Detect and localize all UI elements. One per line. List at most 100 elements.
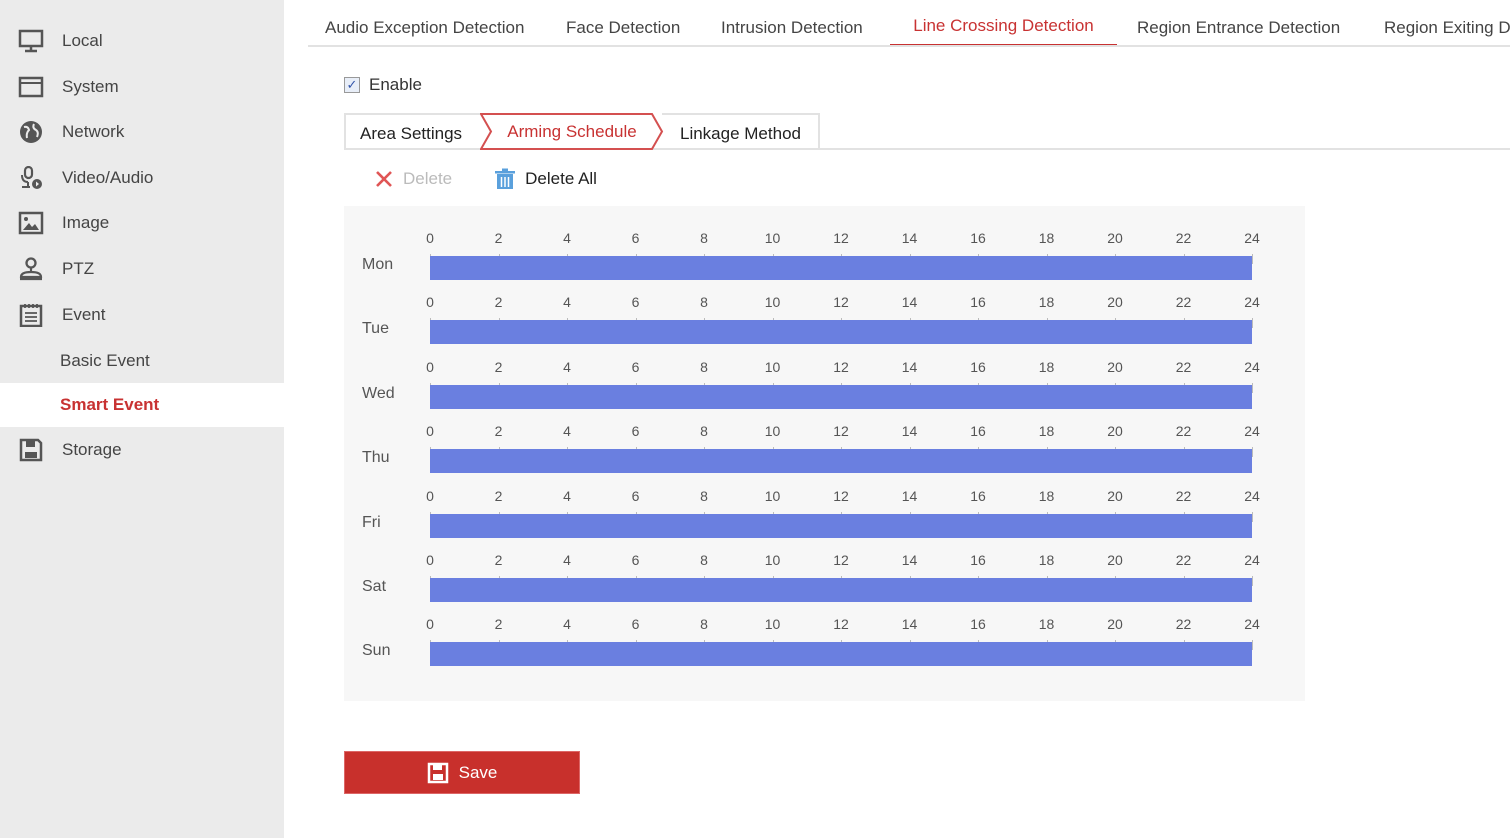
image-icon bbox=[18, 211, 44, 235]
hour-label: 4 bbox=[563, 487, 571, 504]
hour-label: 10 bbox=[764, 294, 781, 311]
hour-label: 18 bbox=[1038, 230, 1055, 246]
day-label: Thu bbox=[362, 449, 390, 467]
day-label: Sun bbox=[362, 642, 391, 660]
schedule-segment[interactable] bbox=[430, 449, 1252, 474]
hour-label: 6 bbox=[631, 230, 640, 246]
schedule-segment[interactable] bbox=[430, 384, 1252, 409]
day-label: Tue bbox=[362, 320, 389, 338]
hour-label: 18 bbox=[1038, 552, 1055, 568]
hour-label: 8 bbox=[700, 487, 708, 504]
hour-label: 6 bbox=[631, 616, 640, 633]
schedule-segment[interactable] bbox=[430, 320, 1252, 345]
sidebar-item-basic-event[interactable]: Basic Event bbox=[0, 339, 284, 383]
schedule-segment[interactable] bbox=[430, 256, 1252, 280]
hour-label: 24 bbox=[1244, 230, 1260, 246]
delete-all-button[interactable]: Delete All bbox=[494, 168, 597, 190]
sidebar-item-image[interactable]: Image bbox=[0, 201, 284, 245]
hour-label: 18 bbox=[1038, 616, 1055, 633]
window-icon bbox=[18, 76, 44, 98]
hour-label: 18 bbox=[1038, 423, 1055, 440]
save-label: Save bbox=[458, 762, 498, 782]
hour-label: 6 bbox=[631, 423, 640, 440]
sidebar-item-smart-event[interactable]: Smart Event bbox=[0, 383, 284, 427]
hour-label: 2 bbox=[494, 423, 503, 440]
hour-label: 22 bbox=[1175, 358, 1192, 375]
sidebar-item-ptz[interactable]: PTZ bbox=[0, 247, 284, 291]
hour-label: 12 bbox=[833, 423, 849, 440]
hour-label: 20 bbox=[1107, 616, 1123, 633]
hour-label: 22 bbox=[1175, 230, 1192, 246]
tab-audio-exception-detection[interactable]: Audio Exception Detection bbox=[325, 0, 524, 45]
save-button[interactable]: Save bbox=[344, 751, 580, 794]
tab-face-detection[interactable]: Face Detection bbox=[566, 0, 680, 45]
hour-tick bbox=[1252, 382, 1253, 393]
hour-label: 20 bbox=[1107, 294, 1123, 311]
hour-tick bbox=[1252, 447, 1253, 458]
hour-label: 18 bbox=[1038, 358, 1055, 375]
sidebar-item-network[interactable]: Network bbox=[0, 110, 284, 154]
hour-label: 14 bbox=[901, 552, 918, 568]
hour-label: 24 bbox=[1244, 487, 1260, 504]
hour-label: 8 bbox=[700, 358, 708, 375]
day-label: Sat bbox=[362, 578, 387, 595]
hour-label: 24 bbox=[1244, 358, 1260, 375]
sidebar-item-label: Local bbox=[62, 31, 103, 50]
tab-linkage-method[interactable]: Linkage Method bbox=[662, 113, 820, 150]
hour-label: 16 bbox=[970, 616, 986, 633]
hour-label: 16 bbox=[970, 552, 986, 568]
hour-label: 10 bbox=[764, 230, 781, 246]
sidebar-item-label: Basic Event bbox=[60, 351, 150, 370]
sidebar-item-system[interactable]: System bbox=[0, 65, 284, 109]
hour-label: 2 bbox=[494, 616, 503, 633]
hour-label: 14 bbox=[901, 230, 918, 246]
hour-label: 20 bbox=[1107, 552, 1123, 568]
hour-label: 12 bbox=[833, 616, 849, 633]
hour-label: 22 bbox=[1175, 294, 1192, 311]
schedule-segment[interactable] bbox=[430, 513, 1252, 538]
checkbox-checked-icon[interactable]: ✓ bbox=[344, 77, 360, 93]
hour-label: 4 bbox=[563, 616, 571, 633]
hour-label: 12 bbox=[833, 487, 849, 504]
hour-label: 12 bbox=[833, 294, 849, 311]
hour-label: 0 bbox=[426, 487, 434, 504]
hour-tick bbox=[1252, 254, 1253, 264]
hour-label: 14 bbox=[901, 358, 918, 375]
tab-arming-schedule[interactable]: Arming Schedule bbox=[480, 113, 664, 150]
hour-label: 18 bbox=[1038, 487, 1055, 504]
hour-label: 6 bbox=[631, 358, 640, 375]
tab-region-exiting-detection[interactable]: Region Exiting Detection bbox=[1384, 0, 1510, 45]
hour-label: 8 bbox=[700, 552, 708, 568]
hour-label: 0 bbox=[426, 230, 434, 246]
tab-line-crossing-detection[interactable]: Line Crossing Detection bbox=[890, 0, 1117, 45]
hour-label: 16 bbox=[970, 230, 986, 246]
trash-icon bbox=[495, 168, 516, 189]
hour-label: 14 bbox=[901, 487, 918, 504]
delete-label: Delete bbox=[403, 169, 453, 188]
sidebar-item-label: Image bbox=[62, 213, 110, 232]
sidebar-item-label: PTZ bbox=[62, 259, 95, 278]
sidebar-item-storage[interactable]: Storage bbox=[0, 428, 284, 472]
sidebar-item-label: Network bbox=[62, 122, 125, 141]
day-label: Mon bbox=[362, 256, 394, 273]
hour-label: 20 bbox=[1107, 358, 1123, 375]
delete-button[interactable]: Delete bbox=[374, 169, 452, 189]
day-label: Fri bbox=[362, 513, 381, 531]
sidebar-item-local[interactable]: Local bbox=[0, 19, 284, 63]
tab-region-entrance-detection[interactable]: Region Entrance Detection bbox=[1137, 0, 1340, 45]
schedule-segment[interactable] bbox=[430, 578, 1252, 602]
sidebar-item-event[interactable]: Event bbox=[0, 293, 284, 337]
hour-label: 20 bbox=[1107, 230, 1123, 246]
hour-label: 14 bbox=[901, 616, 918, 633]
hour-label: 24 bbox=[1244, 552, 1260, 568]
tab-intrusion-detection[interactable]: Intrusion Detection bbox=[721, 0, 863, 45]
hour-label: 16 bbox=[970, 423, 986, 440]
schedule-segment[interactable] bbox=[430, 642, 1252, 667]
hour-label: 24 bbox=[1244, 616, 1260, 633]
enable-checkbox[interactable]: ✓ Enable bbox=[344, 75, 422, 95]
sidebar-item-video-audio[interactable]: Video/Audio bbox=[0, 156, 284, 200]
tab-area-settings[interactable]: Area Settings bbox=[344, 113, 484, 150]
hour-label: 10 bbox=[764, 487, 781, 504]
hour-label: 0 bbox=[426, 423, 434, 440]
hour-label: 10 bbox=[764, 616, 781, 633]
